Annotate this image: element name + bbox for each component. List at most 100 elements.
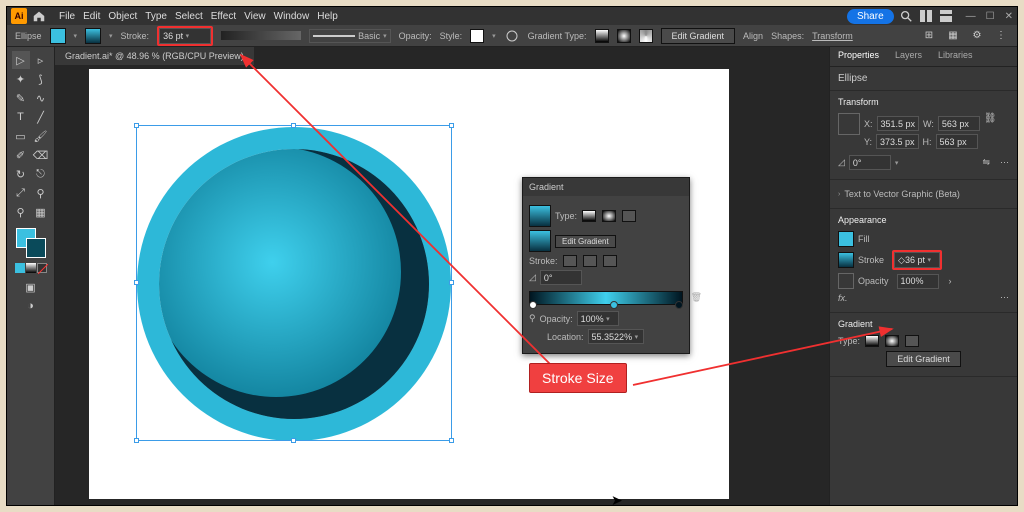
- selection-tool[interactable]: ▷: [12, 51, 30, 69]
- stroke-apply-2-icon[interactable]: [583, 255, 597, 267]
- gradient-preview-swatch[interactable]: [529, 205, 551, 227]
- edit-gradient-button[interactable]: Edit Gradient: [661, 28, 736, 44]
- freeform-type-icon[interactable]: [905, 335, 919, 347]
- menu-edit[interactable]: Edit: [83, 11, 100, 22]
- gradient-tool[interactable]: ▦: [32, 203, 50, 221]
- flip-h-icon[interactable]: ⇋: [982, 157, 990, 168]
- gradient-radial-icon[interactable]: [617, 29, 631, 43]
- more-icon[interactable]: ⋮: [993, 28, 1009, 44]
- menu-window[interactable]: Window: [274, 11, 310, 22]
- link-icon[interactable]: ⛓: [984, 113, 997, 152]
- reference-point-icon[interactable]: [838, 113, 860, 135]
- menu-type[interactable]: Type: [145, 11, 167, 22]
- stroke-apply-3-icon[interactable]: [603, 255, 617, 267]
- style-swatch[interactable]: [470, 29, 484, 43]
- direct-select-tool[interactable]: ▹: [32, 51, 50, 69]
- gradient-swatch[interactable]: [26, 263, 36, 273]
- maximize-button[interactable]: ☐: [986, 11, 995, 22]
- line-tool[interactable]: ╱: [32, 108, 50, 126]
- gradient-slider[interactable]: 🗑: [529, 291, 683, 305]
- none-swatch[interactable]: [37, 263, 47, 273]
- menu-select[interactable]: Select: [175, 11, 203, 22]
- puppet-tool[interactable]: ⚲: [32, 184, 50, 202]
- more-options-icon[interactable]: ⋯: [1000, 157, 1009, 168]
- magic-wand-tool[interactable]: ✦: [12, 70, 30, 88]
- profile-preview[interactable]: [221, 31, 301, 40]
- gradient-alt-swatch[interactable]: [529, 230, 551, 252]
- width-tool[interactable]: ⎋: [32, 165, 50, 183]
- opacity-input[interactable]: 100%: [897, 274, 939, 289]
- tab-libraries[interactable]: Libraries: [930, 47, 981, 66]
- chevron-down-icon[interactable]: ▾: [74, 32, 78, 40]
- gradient-stop[interactable]: [529, 301, 537, 309]
- gradient-linear-icon[interactable]: [595, 29, 609, 43]
- menu-object[interactable]: Object: [108, 11, 137, 22]
- delete-stop-icon[interactable]: 🗑: [691, 292, 702, 303]
- x-input[interactable]: 351.5 px: [877, 116, 920, 131]
- rectangle-tool[interactable]: ▭: [12, 127, 30, 145]
- transform-link[interactable]: Transform: [812, 31, 853, 41]
- pen-tool[interactable]: ✎: [12, 89, 30, 107]
- radial-type-icon[interactable]: [602, 210, 616, 222]
- h-input[interactable]: 563 px: [936, 134, 978, 149]
- fill-color-swatch[interactable]: [838, 231, 854, 247]
- chevron-down-icon[interactable]: ▾: [109, 32, 113, 40]
- brush-style[interactable]: Basic▾: [309, 29, 391, 43]
- chevron-down-icon[interactable]: ▾: [492, 32, 496, 40]
- stop-location-input[interactable]: 55.3522% ▾: [588, 329, 644, 344]
- free-transform-tool[interactable]: ⤢: [12, 184, 30, 202]
- color-swatch[interactable]: [15, 263, 25, 273]
- freeform-type-icon[interactable]: [622, 210, 636, 222]
- lasso-tool[interactable]: ⟆: [32, 70, 50, 88]
- prefs-icon[interactable]: ⚙: [969, 28, 985, 44]
- eyedropper-tool[interactable]: ⚲: [12, 203, 30, 221]
- menu-effect[interactable]: Effect: [211, 11, 236, 22]
- arrange-icon[interactable]: [918, 8, 934, 24]
- type-tool[interactable]: T: [12, 108, 30, 126]
- text-to-vector-label[interactable]: Text to Vector Graphic (Beta): [844, 189, 960, 199]
- more-options-icon[interactable]: ⋯: [1000, 292, 1009, 303]
- linear-type-icon[interactable]: [865, 335, 879, 347]
- w-input[interactable]: 563 px: [938, 116, 980, 131]
- align-label[interactable]: Align: [743, 31, 763, 41]
- stroke-color-swatch[interactable]: [838, 252, 854, 268]
- shaper-tool[interactable]: ✐: [12, 146, 30, 164]
- y-input[interactable]: 373.5 px: [876, 134, 919, 149]
- workspace-icon[interactable]: [938, 8, 954, 24]
- stroke-weight-input[interactable]: 36 pt ▾: [159, 28, 211, 44]
- close-button[interactable]: ✕: [1005, 11, 1013, 22]
- edit-content-tool[interactable]: ◑: [22, 297, 40, 315]
- minimize-button[interactable]: —: [966, 11, 976, 22]
- recolor-icon[interactable]: [504, 28, 520, 44]
- edit-gradient-button[interactable]: Edit Gradient: [555, 235, 616, 248]
- stroke-weight-input[interactable]: ◇ 36 pt ▾: [894, 252, 940, 268]
- rotate-input[interactable]: 0°: [849, 155, 891, 170]
- brush-tool[interactable]: 🖌: [32, 127, 50, 145]
- gradient-angle-input[interactable]: 0°: [540, 270, 582, 285]
- home-icon[interactable]: [31, 8, 47, 24]
- fill-stroke-indicator[interactable]: [16, 228, 46, 258]
- menu-view[interactable]: View: [244, 11, 266, 22]
- gradient-freeform-icon[interactable]: [639, 29, 653, 43]
- gradient-panel[interactable]: Gradient Type: Edit Gradient Stroke:: [522, 177, 690, 354]
- share-button[interactable]: Share: [847, 9, 894, 24]
- stop-opacity-input[interactable]: 100% ▾: [577, 311, 619, 326]
- linear-type-icon[interactable]: [582, 210, 596, 222]
- menu-file[interactable]: File: [59, 11, 75, 22]
- stroke-apply-1-icon[interactable]: [563, 255, 577, 267]
- screen-mode-tool[interactable]: ▣: [22, 278, 40, 296]
- gradient-panel-header[interactable]: Gradient: [523, 178, 689, 196]
- radial-type-icon[interactable]: [885, 335, 899, 347]
- menu-help[interactable]: Help: [317, 11, 338, 22]
- fill-swatch[interactable]: [50, 28, 66, 44]
- tab-properties[interactable]: Properties: [830, 47, 887, 66]
- rotate-tool[interactable]: ↻: [12, 165, 30, 183]
- opacity-swatch-icon[interactable]: [838, 273, 854, 289]
- document-tab[interactable]: Gradient.ai* @ 48.96 % (RGB/CPU Preview): [55, 47, 254, 65]
- curvature-tool[interactable]: ∿: [32, 89, 50, 107]
- snap-icon[interactable]: ▦: [945, 28, 961, 44]
- gradient-stop[interactable]: [675, 301, 683, 309]
- eraser-tool[interactable]: ⌫: [32, 146, 50, 164]
- edit-gradient-button[interactable]: Edit Gradient: [886, 351, 961, 367]
- isolate-icon[interactable]: ⊞: [921, 28, 937, 44]
